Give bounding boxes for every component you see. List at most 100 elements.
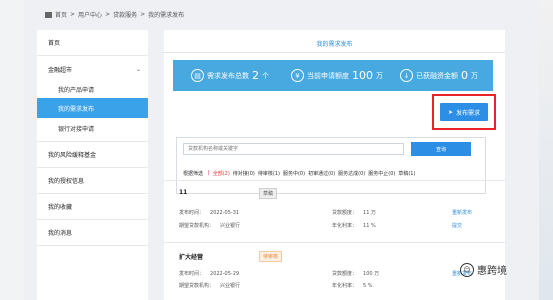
amount-value: 100 万 <box>363 271 380 277</box>
breadcrumb: 首页 > 用户中心 > 贷款服务 > 我的需求发布 <box>45 10 184 19</box>
field-label: 年化利率： <box>332 283 358 289</box>
amount-field: 贷款额度： 100 万 <box>332 270 379 277</box>
field-label: 期望贷款机构： <box>179 283 215 289</box>
divider <box>37 55 148 56</box>
watermark-text: 惠跨境 <box>477 266 507 277</box>
stat-unit: 万 <box>376 71 383 80</box>
breadcrumb-item: 我的需求发布 <box>148 12 185 19</box>
breadcrumb-separator: > <box>140 11 146 18</box>
status-badge: 草稿 <box>259 188 278 199</box>
publish-date-field: 发布时间： 2022-05-31 <box>179 209 239 216</box>
stats-banner: ▤ 需求发布总数 2 个 ¥ 当前申请额度 100 万 ↓ 已获融资金额 0 万 <box>173 60 493 91</box>
field-label: 贷款额度： <box>332 271 358 277</box>
filter-draft[interactable]: 草稿(1) <box>398 170 415 177</box>
sidebar-item-label: 我的收藏 <box>48 203 73 211</box>
sidebar-item-auth-info[interactable]: 我的授权信息 <box>37 168 148 192</box>
sidebar-item-home[interactable]: 首页 <box>37 30 148 54</box>
sidebar-item-label: 我的授权信息 <box>48 177 85 185</box>
field-label: 年化利率： <box>332 223 358 229</box>
field-label: 发布时间： <box>179 210 205 216</box>
stat-value: 2 <box>252 69 259 82</box>
sidebar-item-messages[interactable]: 我的消息 <box>37 220 148 244</box>
field-label: 期望贷款机构： <box>179 223 215 229</box>
stat-unit: 个 <box>262 71 269 80</box>
sidebar-item-label: 我的消息 <box>48 229 73 237</box>
filter-service-done[interactable]: 服务达成(0) <box>338 170 365 177</box>
filter-divider: | <box>208 170 210 176</box>
watermark: ☺ 惠跨境 <box>460 262 507 277</box>
filter-pending-review[interactable]: 待审核(1) <box>258 170 280 177</box>
sidebar-item-bank-connect[interactable]: 银行对接申请 <box>37 119 148 137</box>
window-right-strip <box>539 0 553 300</box>
filter-service-stopped[interactable]: 服务中止(0) <box>368 170 395 177</box>
sidebar-item-favorites[interactable]: 我的收藏 <box>37 194 148 218</box>
filter-all[interactable]: 全部(2) <box>213 170 230 177</box>
card-title: 扩大经营 <box>179 254 204 261</box>
stat-total-demands: ▤ 需求发布总数 2 个 <box>191 60 269 91</box>
watermark-logo-icon: ☺ <box>460 262 474 277</box>
home-icon <box>45 11 52 18</box>
money-bag-icon: ¥ <box>291 69 304 82</box>
field-label: 贷款额度： <box>332 210 358 216</box>
tab-my-demand[interactable]: 我的需求发布 <box>164 39 505 48</box>
sidebar-item-label: 我的风险缓释基金 <box>48 151 97 159</box>
bank-field: 期望贷款机构： 兴业银行 <box>179 222 240 229</box>
chevron-down-icon: ⌄ <box>135 65 141 73</box>
filter-initial-pass[interactable]: 初审通过(0) <box>308 170 335 177</box>
search-button[interactable]: 查询 <box>411 142 471 156</box>
stat-value: 100 <box>352 69 373 82</box>
sidebar: 首页 金融超市 ⌄ 我的产品申请 我的需求发布 银行对接申请 我的风险缓释基金 我… <box>37 30 148 300</box>
bank-name: 兴业银行 <box>220 283 241 289</box>
divider <box>164 52 505 53</box>
publish-demand-button[interactable]: ➤ 发布需求 <box>440 103 488 121</box>
amount-field: 贷款额度： 11 万 <box>332 209 376 216</box>
publish-demand-label: 发布需求 <box>456 109 481 117</box>
rate-value: 11 % <box>363 223 376 229</box>
publish-date-field: 发布时间： 2022-05-29 <box>179 270 239 277</box>
status-filters: 根据筛选 | 全部(2) 待对接(0) 待审核(1) 服务中(0) 初审通过(0… <box>183 170 415 177</box>
sidebar-group-finance[interactable]: 金融超市 ⌄ <box>37 58 148 80</box>
breadcrumb-item[interactable]: 用户中心 <box>78 10 102 19</box>
card-title: 11 <box>179 189 188 196</box>
download-icon: ↓ <box>400 69 413 82</box>
breadcrumb-item[interactable]: 首页 <box>55 10 67 19</box>
filter-label: 根据筛选 <box>183 171 204 177</box>
stat-label: 需求发布总数 <box>207 71 249 80</box>
sidebar-item-demand-publish[interactable]: 我的需求发布 <box>37 98 148 118</box>
divider <box>37 245 148 246</box>
stat-label: 当前申请额度 <box>307 71 349 80</box>
submit-link[interactable]: 提交 <box>452 222 462 229</box>
document-icon: ▤ <box>191 69 204 82</box>
publish-date: 2022-05-29 <box>210 271 240 277</box>
publish-highlight-box: ➤ 发布需求 <box>432 94 496 130</box>
sidebar-item-label: 我的需求发布 <box>58 105 95 113</box>
sidebar-item-label: 金融超市 <box>48 66 73 74</box>
stat-value: 0 <box>461 69 468 82</box>
breadcrumb-separator: > <box>70 11 76 18</box>
sidebar-item-label: 首页 <box>48 39 61 47</box>
sidebar-item-label: 我的产品申请 <box>58 86 95 94</box>
filter-in-service[interactable]: 服务中(0) <box>283 170 305 177</box>
demand-card: 扩大经营 待审核 发布时间： 2022-05-29 期望贷款机构： 兴业银行 贷款额… <box>164 242 505 300</box>
breadcrumb-item[interactable]: 贷款服务 <box>113 10 137 19</box>
rate-field: 年化利率： 5 % <box>332 282 373 289</box>
search-input[interactable] <box>183 143 404 155</box>
sidebar-item-product-apply[interactable]: 我的产品申请 <box>37 80 148 98</box>
status-badge: 待审核 <box>259 251 283 262</box>
stat-label: 已获融资金额 <box>416 71 458 80</box>
publish-date: 2022-05-31 <box>210 210 240 216</box>
sidebar-item-label: 银行对接申请 <box>58 125 95 133</box>
sidebar-item-risk-fund[interactable]: 我的风险缓释基金 <box>37 142 148 166</box>
main-panel: 我的需求发布 ▤ 需求发布总数 2 个 ¥ 当前申请额度 100 万 ↓ 已获融… <box>164 30 505 300</box>
amount-value: 11 万 <box>363 210 376 216</box>
stat-applied-amount: ¥ 当前申请额度 100 万 <box>291 60 383 91</box>
bank-field: 期望贷款机构： 兴业银行 <box>179 282 240 289</box>
republish-link[interactable]: 重新发布 <box>452 209 472 216</box>
send-icon: ➤ <box>447 108 453 116</box>
stat-financed-amount: ↓ 已获融资金额 0 万 <box>400 60 478 91</box>
rate-field: 年化利率： 11 % <box>332 222 376 229</box>
rate-value: 5 % <box>363 283 373 289</box>
breadcrumb-separator: > <box>105 11 111 18</box>
filter-pending-connect[interactable]: 待对接(0) <box>233 170 255 177</box>
window-left-strip <box>0 0 24 300</box>
